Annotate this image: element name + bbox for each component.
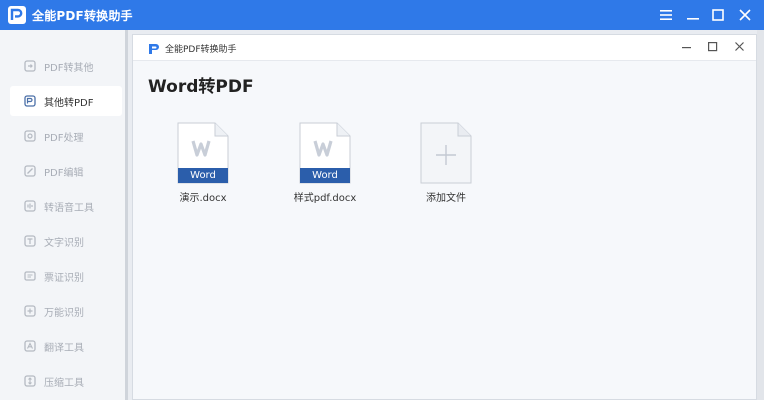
sidebar-item-pdf-to-other[interactable]: PDF转其他 [10, 51, 122, 81]
sidebar-item-other-to-pdf[interactable]: 其他转PDF [10, 86, 122, 116]
compress-icon [24, 375, 36, 387]
sidebar-item-compress-tool[interactable]: 压缩工具 [10, 366, 122, 396]
sidebar-item-label: 文字识别 [44, 237, 84, 249]
sidebar-item-universal-ocr[interactable]: 万能识别 [10, 296, 122, 326]
sidebar-item-label: 万能识别 [44, 307, 84, 319]
minimize-icon[interactable] [682, 5, 704, 25]
sidebar-item-pdf-edit[interactable]: PDF编辑 [10, 156, 122, 186]
ticket-icon [24, 270, 36, 282]
dialog-titlebar: 全能PDF转换助手 [133, 35, 756, 61]
speech-icon [24, 200, 36, 212]
ocr-icon [24, 235, 36, 247]
add-file-icon [420, 122, 472, 184]
sidebar-item-label: 转语音工具 [44, 202, 94, 214]
conversion-dialog: 全能PDF转换助手 Word转PDF Word 演示.docx Word 样式p… [132, 34, 757, 400]
add-file-label: 添加文件 [426, 193, 466, 204]
sidebar-item-label: 压缩工具 [44, 377, 84, 389]
file-item[interactable]: Word 演示.docx [148, 122, 258, 204]
close-icon[interactable] [734, 5, 756, 25]
dialog-maximize-icon[interactable] [705, 40, 721, 54]
page-title: Word转PDF [148, 77, 254, 97]
file-item[interactable]: Word 样式pdf.docx [270, 122, 380, 204]
sidebar: PDF转其他 其他转PDF PDF处理 PDF编辑 转语音工具 文字识别 票证识… [0, 30, 128, 400]
sidebar-item-speech-tool[interactable]: 转语音工具 [10, 191, 122, 221]
sidebar-item-label: 票证识别 [44, 272, 84, 284]
universal-icon [24, 305, 36, 317]
sidebar-item-label: PDF编辑 [44, 167, 84, 179]
dialog-logo-icon [147, 41, 161, 60]
sidebar-item-label: 其他转PDF [44, 97, 94, 109]
sidebar-item-ticket-ocr[interactable]: 票证识别 [10, 261, 122, 291]
word-badge-label: Word [190, 170, 216, 181]
sidebar-divider [125, 30, 128, 400]
sidebar-item-pdf-process[interactable]: PDF处理 [10, 121, 122, 151]
add-file-button[interactable]: 添加文件 [391, 122, 501, 204]
file-name: 样式pdf.docx [293, 193, 357, 204]
sidebar-item-text-ocr[interactable]: 文字识别 [10, 226, 122, 256]
to-pdf-icon [24, 95, 36, 107]
menu-icon[interactable] [655, 5, 677, 25]
maximize-icon[interactable] [707, 5, 729, 25]
dialog-minimize-icon[interactable] [679, 40, 695, 54]
translate-icon [24, 340, 36, 352]
sidebar-item-translate-tool[interactable]: 翻译工具 [10, 331, 122, 361]
app-logo-icon [8, 6, 26, 24]
dialog-title: 全能PDF转换助手 [165, 45, 237, 55]
word-file-icon: Word [177, 122, 229, 184]
word-file-icon: Word [299, 122, 351, 184]
pdf-convert-icon [24, 60, 36, 72]
pdf-edit-icon [24, 165, 36, 177]
right-scrollbar[interactable] [757, 30, 764, 400]
app-title: 全能PDF转换助手 [32, 9, 133, 23]
sidebar-item-label: 翻译工具 [44, 342, 84, 354]
pdf-process-icon [24, 130, 36, 142]
word-badge-label: Word [312, 170, 338, 181]
file-name: 演示.docx [179, 193, 227, 204]
sidebar-item-label: PDF处理 [44, 132, 84, 144]
sidebar-item-label: PDF转其他 [44, 62, 94, 74]
dialog-close-icon[interactable] [732, 40, 748, 54]
app-titlebar: 全能PDF转换助手 [0, 0, 764, 30]
